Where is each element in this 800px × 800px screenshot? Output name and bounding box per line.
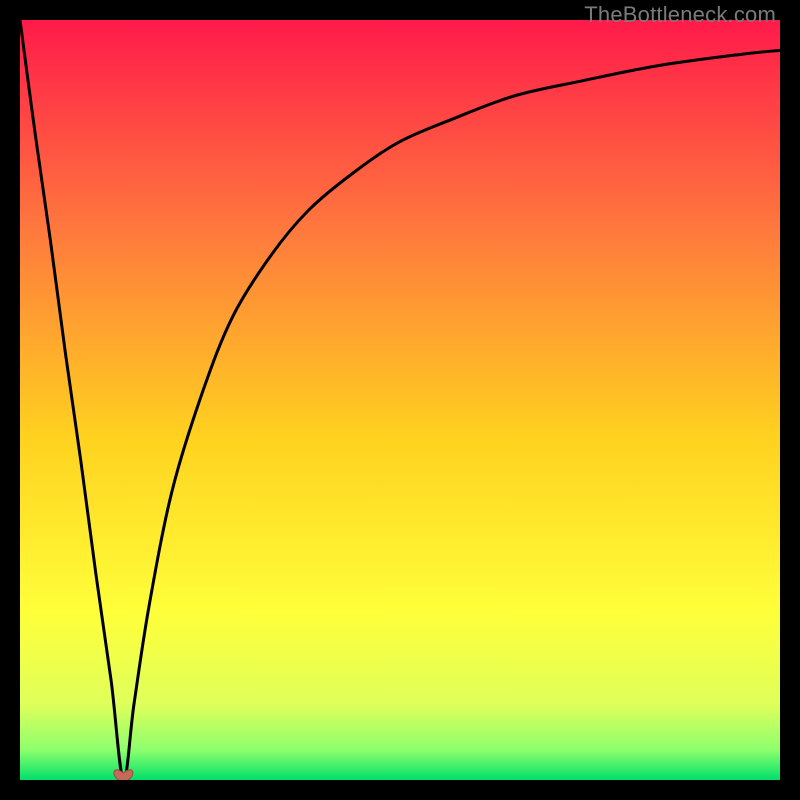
plot-frame	[20, 20, 780, 780]
plot-svg	[20, 20, 780, 780]
gradient-background	[20, 20, 780, 780]
plot-area	[20, 20, 780, 780]
watermark-text: TheBottleneck.com	[584, 2, 776, 28]
